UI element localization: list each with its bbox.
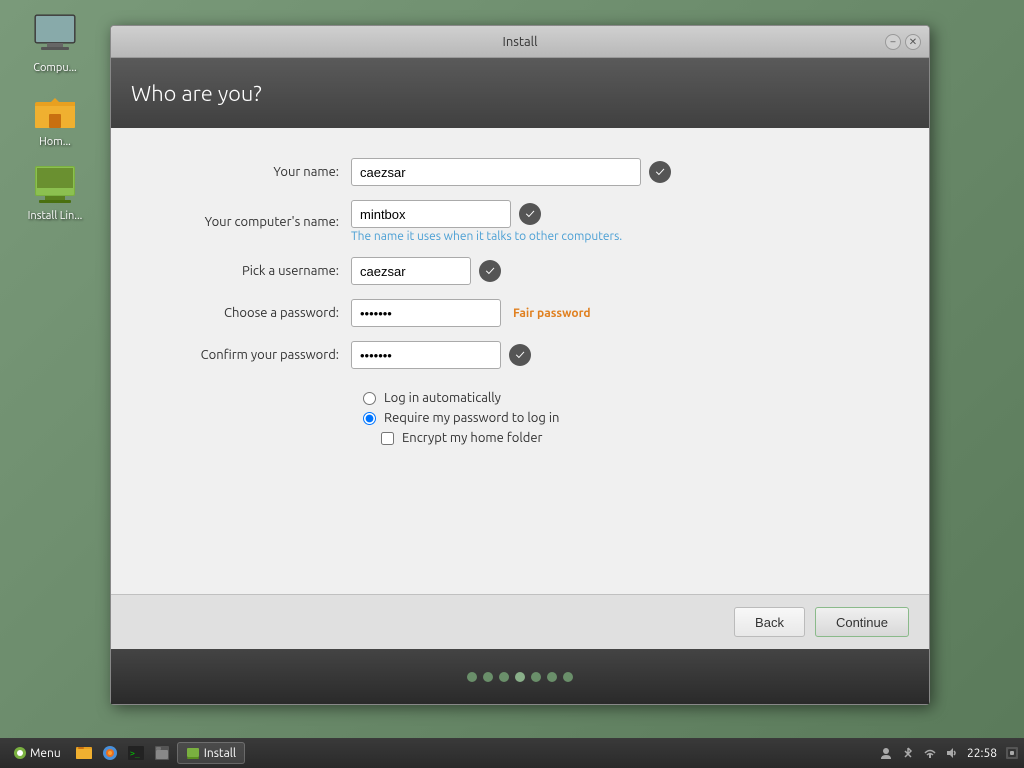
- progress-dot-5: [531, 672, 541, 682]
- firefox-icon: [101, 744, 119, 762]
- computer-check-icon: ✓: [519, 203, 541, 225]
- bluetooth-icon: [901, 746, 915, 760]
- taskbar-firefox[interactable]: [99, 742, 121, 764]
- form-row-confirm: Confirm your password: ✓: [151, 341, 889, 369]
- progress-dot-7: [563, 672, 573, 682]
- desktop-icon-home[interactable]: Hom...: [20, 84, 90, 148]
- username-input[interactable]: [351, 257, 471, 285]
- username-label: Pick a username:: [151, 264, 351, 278]
- name-input[interactable]: [351, 158, 641, 186]
- computer-hint: The name it uses when it talks to other …: [351, 230, 622, 243]
- dialog-title: Install: [119, 35, 921, 49]
- computer-label: Your computer's name:: [151, 215, 351, 229]
- volume-icon: [945, 746, 959, 760]
- require-password-radio[interactable]: [363, 412, 376, 425]
- option-row-encrypt: Encrypt my home folder: [363, 431, 889, 445]
- confirm-check-icon: ✓: [509, 344, 531, 366]
- taskbar: Menu: [0, 738, 1024, 768]
- password-label: Choose a password:: [151, 306, 351, 320]
- user-icon: [879, 746, 893, 760]
- option-row-auto-login: Log in automatically: [363, 391, 889, 405]
- close-button[interactable]: ✕: [905, 34, 921, 50]
- password-input-group: Fair password: [351, 299, 889, 327]
- taskbar-install-label: Install: [204, 747, 236, 760]
- file-manager-icon: [75, 744, 93, 762]
- taskbar-left: Menu: [5, 742, 879, 764]
- require-password-label[interactable]: Require my password to log in: [384, 411, 559, 425]
- taskbar-menu-button[interactable]: Menu: [5, 743, 69, 763]
- install-dialog: Install – ✕ Who are you? Your name: ✓ Yo: [110, 25, 930, 705]
- name-input-group: ✓: [351, 158, 889, 186]
- taskbar-install-icon: [186, 746, 200, 760]
- home-icon-label: Hom...: [39, 136, 71, 148]
- desktop-icon-install[interactable]: Install Lin...: [20, 158, 90, 222]
- minimize-button[interactable]: –: [885, 34, 901, 50]
- computer-input[interactable]: [351, 200, 511, 228]
- install-icon-label: Install Lin...: [28, 210, 83, 222]
- progress-dot-1: [467, 672, 477, 682]
- confirm-label: Confirm your password:: [151, 348, 351, 362]
- taskbar-time: 22:58: [967, 747, 997, 760]
- encrypt-home-checkbox[interactable]: [381, 432, 394, 445]
- dialog-footer: Back Continue: [111, 594, 929, 649]
- dialog-heading: Who are you?: [131, 81, 262, 106]
- title-bar-buttons: – ✕: [885, 34, 921, 50]
- back-button[interactable]: Back: [734, 607, 805, 637]
- name-check-icon: ✓: [649, 161, 671, 183]
- title-bar: Install – ✕: [111, 26, 929, 58]
- menu-label: Menu: [30, 747, 61, 760]
- taskbar-right: 22:58: [879, 746, 1019, 760]
- dialog-header: Who are you?: [111, 58, 929, 128]
- progress-dots-bar: [111, 649, 929, 704]
- svg-text:>_: >_: [130, 749, 140, 758]
- continue-button[interactable]: Continue: [815, 607, 909, 637]
- password-input[interactable]: [351, 299, 501, 327]
- confirm-input[interactable]: [351, 341, 501, 369]
- desktop-icons: Compu... Hom...: [20, 10, 90, 222]
- encrypt-home-label[interactable]: Encrypt my home folder: [402, 431, 542, 445]
- menu-icon: [13, 746, 27, 760]
- network-icon: [923, 746, 937, 760]
- progress-dot-3: [499, 672, 509, 682]
- password-strength: Fair password: [513, 307, 591, 320]
- auto-login-label[interactable]: Log in automatically: [384, 391, 501, 405]
- terminal-icon: >_: [127, 744, 145, 762]
- taskbar-install-app[interactable]: Install: [177, 742, 245, 764]
- taskbar-file-manager[interactable]: [73, 742, 95, 764]
- computer-icon-label: Compu...: [33, 62, 77, 74]
- taskbar-terminal[interactable]: >_: [125, 742, 147, 764]
- taskbar-files[interactable]: [151, 742, 173, 764]
- desktop-icon-computer[interactable]: Compu...: [20, 10, 90, 74]
- confirm-input-group: ✓: [351, 341, 889, 369]
- home-folder-icon: [31, 84, 79, 132]
- name-label: Your name:: [151, 165, 351, 179]
- options-section: Log in automatically Require my password…: [363, 391, 889, 451]
- form-row-name: Your name: ✓: [151, 158, 889, 186]
- username-input-group: ✓: [351, 257, 889, 285]
- computer-input-with-hint: ✓ The name it uses when it talks to othe…: [351, 200, 622, 243]
- form-row-computer: Your computer's name: ✓ The name it uses…: [151, 200, 889, 243]
- dialog-content: Your name: ✓ Your computer's name: ✓ The…: [111, 128, 929, 594]
- install-icon: [31, 158, 79, 206]
- auto-login-radio[interactable]: [363, 392, 376, 405]
- computer-icon: [31, 10, 79, 58]
- files-icon: [153, 744, 171, 762]
- desktop: Compu... Hom...: [0, 0, 1024, 768]
- computer-input-group: ✓ The name it uses when it talks to othe…: [351, 200, 889, 243]
- form-row-password: Choose a password: Fair password: [151, 299, 889, 327]
- progress-dot-6: [547, 672, 557, 682]
- progress-dot-4: [515, 672, 525, 682]
- form-row-username: Pick a username: ✓: [151, 257, 889, 285]
- option-row-require-password: Require my password to log in: [363, 411, 889, 425]
- username-check-icon: ✓: [479, 260, 501, 282]
- progress-dot-2: [483, 672, 493, 682]
- power-icon: [1005, 746, 1019, 760]
